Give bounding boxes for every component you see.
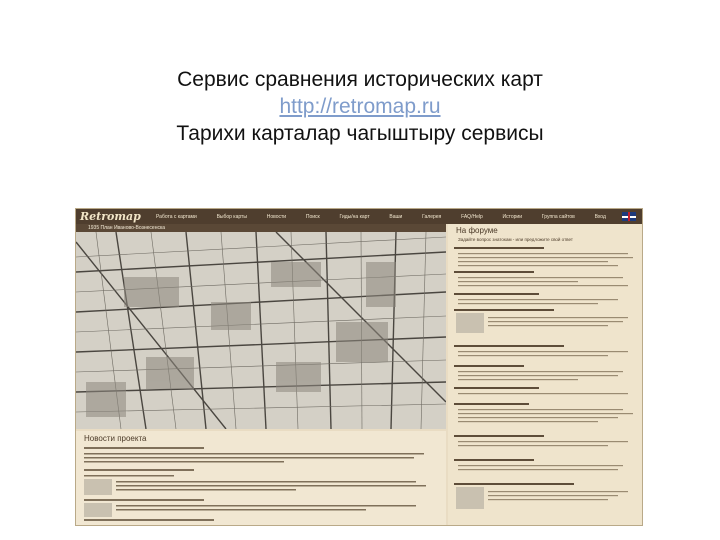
news-section: Новости проекта <box>76 431 446 525</box>
menu-item[interactable]: Галерея <box>422 214 441 220</box>
forum-panel: На форуме Задайте вопрос знатокам - или … <box>448 224 642 525</box>
forum-heading: На форуме <box>456 226 498 235</box>
forum-question-link[interactable]: Задайте вопрос знатокам - или предложите… <box>458 237 573 242</box>
menu-item[interactable]: Группа сайтов <box>542 214 575 220</box>
news-heading: Новости проекта <box>84 434 147 443</box>
menu-item[interactable]: Вход <box>595 214 606 220</box>
historical-map[interactable]: 1935 План Иваново-Вознесенска <box>76 224 446 429</box>
menu-item[interactable]: Работа с картами <box>156 214 197 220</box>
retromap-screenshot: Retromap Работа с картами Выбор карты Но… <box>75 208 643 526</box>
top-navbar: Retromap Работа с картами Выбор карты Но… <box>76 209 642 224</box>
menu-item[interactable]: FAQ/Help <box>461 214 483 220</box>
retromap-link[interactable]: http://retromap.ru <box>0 93 720 120</box>
main-menu: Работа с картами Выбор карты Новости Пои… <box>156 209 606 224</box>
menu-item[interactable]: Выбор карты <box>217 214 247 220</box>
uk-flag-icon[interactable] <box>622 212 636 221</box>
map-title: 1935 План Иваново-Вознесенска <box>88 225 166 231</box>
forum-topics <box>454 247 633 509</box>
slide-headline: Сервис сравнения исторических карт http:… <box>0 66 720 147</box>
headline-subtitle: Тарихи карталар чагыштыру сервисы <box>176 122 544 145</box>
menu-item[interactable]: Ваши <box>389 214 402 220</box>
headline-title: Сервис сравнения исторических карт <box>177 68 543 91</box>
menu-item[interactable]: Истории <box>503 214 522 220</box>
menu-item[interactable]: Поиск <box>306 214 320 220</box>
map-title-bar: 1935 План Иваново-Вознесенска <box>76 224 446 232</box>
menu-item[interactable]: Гиды/на карт <box>340 214 370 220</box>
map-image <box>76 232 446 429</box>
news-text-lines <box>84 447 426 521</box>
retromap-logo[interactable]: Retromap <box>80 210 141 223</box>
menu-item[interactable]: Новости <box>267 214 286 220</box>
